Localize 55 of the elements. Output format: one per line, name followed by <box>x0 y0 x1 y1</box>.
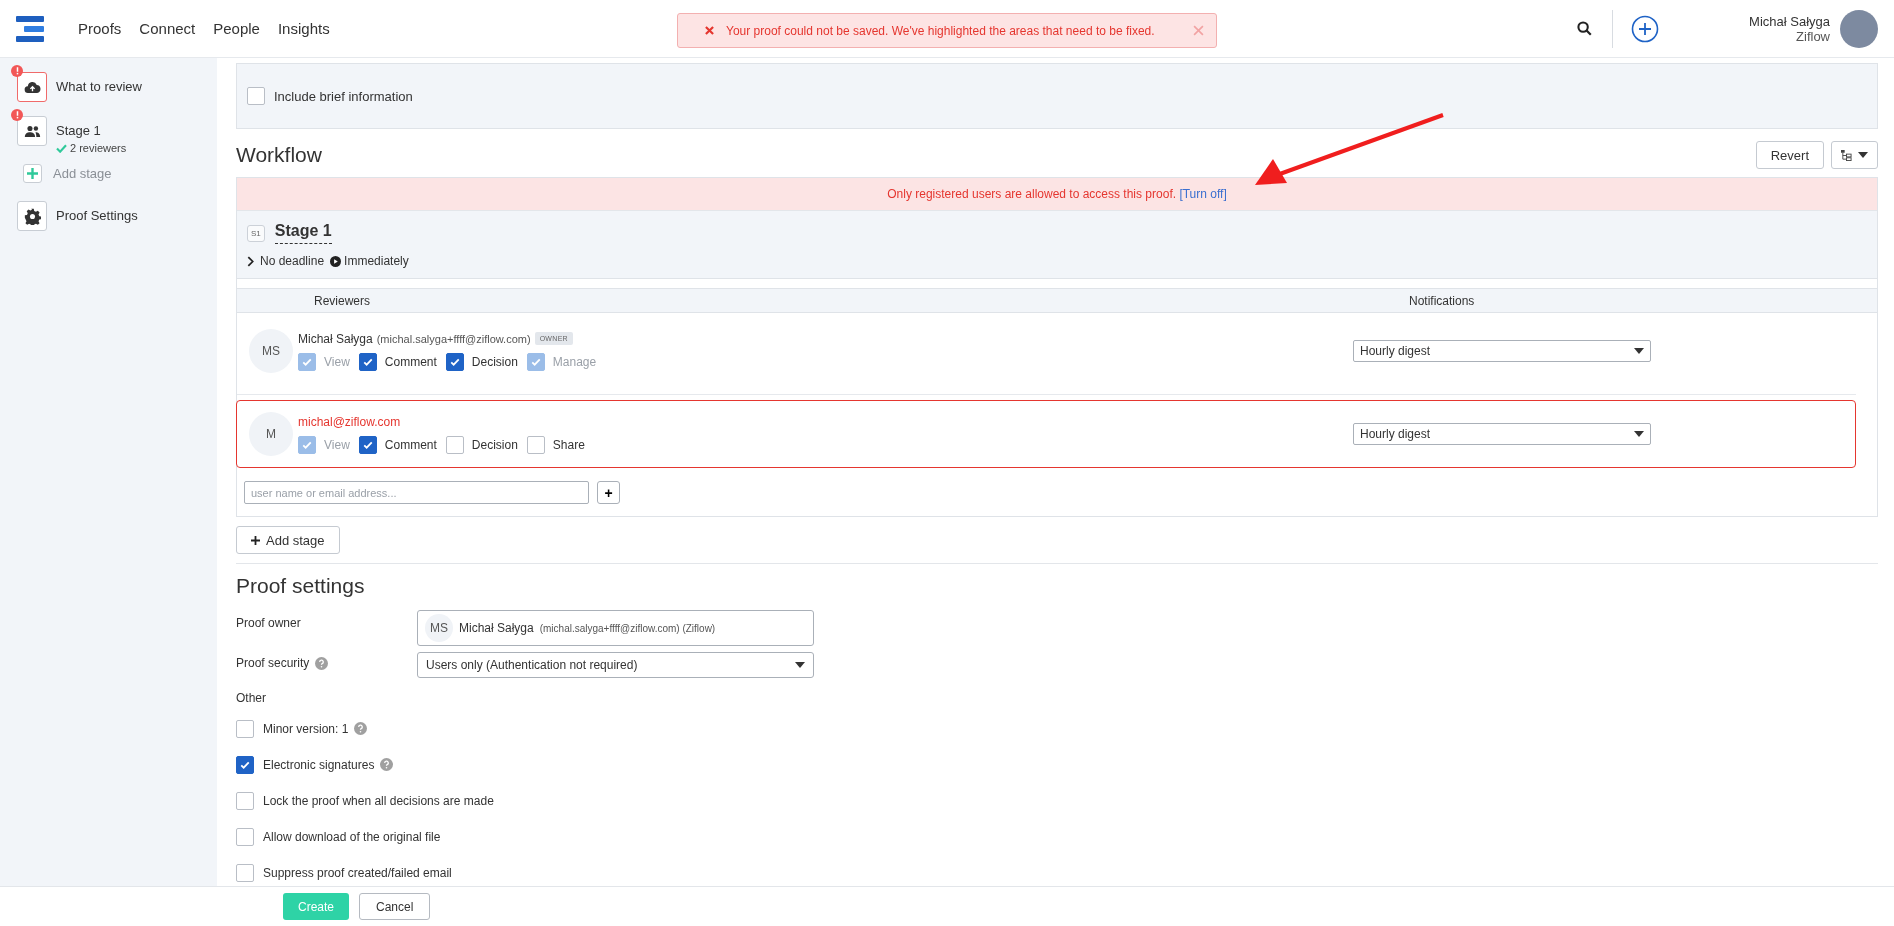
add-stage-button[interactable]: Add stage <box>236 526 340 554</box>
reviewer-avatar: MS <box>249 329 293 373</box>
stage-badge: S1 <box>247 224 265 242</box>
column-header: Reviewers <box>313 293 371 308</box>
proof-owner-field[interactable]: MS Michał Sałyga (michal.salyga+ffff@ziflow.com) (Ziflow) <box>417 610 814 646</box>
option-label: Allow download of the original file <box>263 829 441 844</box>
proof-settings-title: Proof settings <box>236 574 366 598</box>
permission-label: Share <box>552 437 585 452</box>
error-message: Your proof could not be saved. We've highlighted the areas that need to be fixed. <box>726 23 1156 38</box>
option-label: Suppress proof created/failed email <box>263 865 452 880</box>
reviewer-name: Michał Sałyga <box>298 331 373 346</box>
option-label: Electronic signatures <box>263 757 375 772</box>
nav-link[interactable]: People <box>213 20 260 37</box>
turn-off-link[interactable]: [Turn off] <box>1179 187 1227 201</box>
permission-label: Comment <box>384 354 437 369</box>
owner-avatar: MS <box>425 614 453 642</box>
field-label: Proof owner <box>236 615 302 630</box>
field-label: Proof security <box>236 656 310 670</box>
user-organization: Ziflow <box>1796 28 1830 44</box>
permission-label: Decision <box>471 354 518 369</box>
reviewer-email: (michal.salyga+ffff@ziflow.com) <box>376 332 531 345</box>
notification-select[interactable]: Hourly digest <box>1353 340 1651 362</box>
permission-label: Manage <box>552 354 597 369</box>
security-warning: Only registered users are allowed to access this proof. [Turn off] <box>237 178 1877 210</box>
other-label: Other <box>236 691 267 705</box>
user-name: Michał Sałyga <box>1749 13 1830 29</box>
column-header: Notifications <box>1409 293 1475 308</box>
permission-label: Decision <box>471 437 518 452</box>
reviewer-name: michal@ziflow.com <box>298 414 401 429</box>
permission-label: View <box>324 354 350 369</box>
step-label[interactable]: Stage 1 <box>56 123 127 138</box>
owner-detail: (michal.salyga+ffff@ziflow.com) (Ziflow) <box>539 622 716 634</box>
brief-label: Include brief information <box>274 88 413 104</box>
nav-link[interactable]: Proofs <box>78 20 122 37</box>
stage-name[interactable]: Stage 1 <box>274 222 332 244</box>
reviewer-input[interactable]: user name or email address... <box>244 481 589 504</box>
step-label[interactable]: What to review <box>56 79 142 94</box>
workflow-title: Workflow <box>236 143 322 167</box>
reviewer-avatar: M <box>249 412 293 456</box>
notification-select[interactable]: Hourly digest <box>1353 423 1651 445</box>
revert-button[interactable]: Revert <box>1755 141 1824 169</box>
step-reviewer-count: 2 reviewers <box>70 142 127 154</box>
start-label[interactable]: Immediately <box>344 254 409 268</box>
cancel-button[interactable]: Cancel <box>359 893 431 920</box>
option-label: Minor version: 1 <box>263 721 349 736</box>
nav-link[interactable]: Insights <box>277 20 330 37</box>
nav-link[interactable]: Connect <box>139 20 196 37</box>
permission-label: View <box>324 437 350 452</box>
step-label[interactable]: Proof Settings <box>56 208 138 223</box>
owner-name: Michał Sałyga <box>459 621 534 635</box>
proof-security-select[interactable]: Users only (Authentication not required) <box>417 652 814 678</box>
add-reviewer-button[interactable]: + <box>597 481 620 504</box>
option-label: Lock the proof when all decisions are made <box>263 793 494 808</box>
deadline-label[interactable]: No deadline <box>260 254 325 268</box>
permission-label: Comment <box>384 437 437 452</box>
